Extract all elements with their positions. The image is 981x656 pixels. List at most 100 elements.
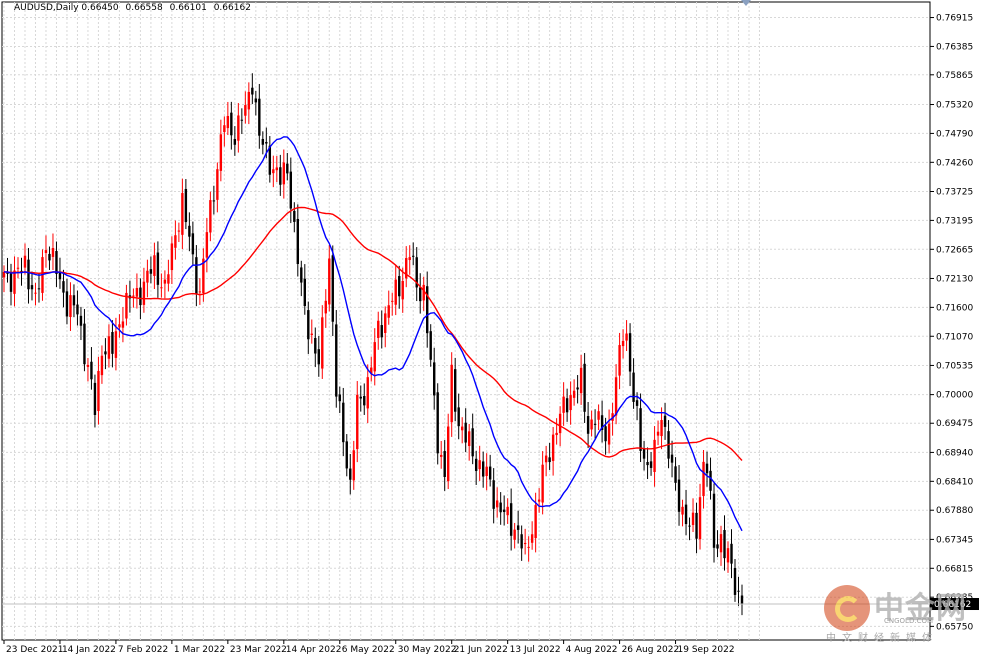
candle-body [65, 291, 69, 317]
candle-body [450, 364, 453, 423]
candle-body [44, 250, 48, 253]
x-tick-label: 30 May 2022 [398, 645, 457, 655]
candle-body [384, 313, 387, 333]
y-tick-label: 0.65750 [936, 622, 973, 632]
candle-body [349, 468, 352, 480]
candle-body [27, 259, 30, 290]
candle-body [363, 396, 366, 406]
x-tick-label: 14 Apr 2022 [286, 645, 342, 655]
candle-body [191, 233, 195, 255]
candle-body [548, 457, 551, 463]
x-tick-label: 7 Feb 2022 [118, 645, 168, 655]
y-tick-label: 0.68940 [936, 448, 973, 458]
candle-body [726, 548, 730, 563]
y-tick-label: 0.70000 [936, 391, 973, 401]
candle-body [660, 420, 663, 437]
candle-body [251, 87, 254, 95]
candle-body [34, 292, 37, 294]
candle-body [195, 257, 198, 294]
candle-body [684, 504, 688, 525]
candle-body [55, 251, 58, 274]
candle-body [373, 342, 376, 372]
candle-body [223, 125, 226, 133]
candle-body [398, 276, 401, 297]
candle-body [604, 426, 607, 442]
candle-body [586, 416, 590, 434]
candle-body [492, 480, 495, 509]
candle-body [555, 432, 558, 436]
candle-body [142, 281, 146, 305]
candle-body [670, 454, 674, 463]
candle-body [632, 372, 635, 402]
candle-body [69, 295, 72, 318]
candle-body [219, 134, 223, 171]
candle-body [723, 530, 726, 559]
candle-body [621, 340, 625, 347]
candle-body [709, 470, 712, 491]
candle-body [76, 304, 79, 315]
candle-body [544, 455, 548, 463]
candle-body [328, 258, 331, 305]
candle-body [265, 141, 268, 144]
y-tick-label: 0.74260 [936, 158, 973, 168]
current-price-label: 0.66162 [934, 600, 971, 610]
plot-frame [1, 1, 931, 641]
candle-body [230, 112, 233, 136]
candle-body [569, 395, 572, 411]
y-tick-label: 0.70535 [936, 361, 973, 371]
candle-body [628, 333, 632, 372]
candle-body [391, 300, 394, 302]
candle-body [656, 431, 660, 436]
candle-body [509, 503, 513, 536]
candle-body [412, 255, 415, 257]
candle-body [674, 466, 677, 483]
candle-body [702, 461, 705, 497]
candle-body [737, 590, 740, 592]
candle-body [523, 542, 527, 545]
scroll-marker-icon[interactable] [741, 0, 751, 6]
candle-body [198, 291, 202, 293]
candle-body [303, 278, 306, 307]
y-tick-label: 0.66815 [936, 564, 973, 574]
candle-body [488, 466, 492, 480]
candle-body [433, 362, 436, 396]
candle-body [380, 325, 383, 338]
candle-body [551, 434, 555, 461]
candle-body [698, 497, 702, 540]
candle-body [446, 426, 450, 482]
candle-body [740, 595, 744, 605]
candle-body [216, 169, 219, 200]
candle-body [401, 280, 404, 300]
candle-body [464, 422, 467, 443]
y-tick-label: 0.74790 [936, 129, 973, 139]
candle-body [408, 257, 411, 261]
candle-body [16, 267, 20, 269]
candle-body [440, 454, 443, 457]
candle-body [324, 300, 327, 314]
candle-body [530, 534, 534, 543]
chart-area[interactable]: 0.76915 0.76385 0.75865 0.75320 0.74790 0.742… [0, 0, 981, 656]
x-tick-label: 23 Mar 2022 [230, 645, 287, 655]
candle-body [691, 512, 695, 525]
candle-body [237, 115, 240, 141]
candle-body [642, 448, 646, 459]
candle-body [460, 426, 464, 431]
candle-body [646, 462, 649, 466]
candle-body [607, 423, 611, 445]
candle-body [625, 333, 628, 341]
candle-body [597, 411, 600, 420]
candle-body [502, 509, 506, 513]
y-tick-label: 0.72665 [936, 245, 973, 255]
y-tick-label: 0.71070 [936, 332, 973, 342]
candle-body [467, 431, 471, 447]
candle-body [90, 361, 93, 380]
y-tick-label: 0.72130 [936, 274, 973, 284]
candle-body [453, 369, 457, 412]
candle-body [286, 163, 289, 174]
candle-body [338, 394, 341, 402]
candle-body [296, 218, 300, 265]
candle-body [663, 415, 667, 427]
y-tick-label: 0.73195 [936, 216, 973, 226]
y-tick-label: 0.75865 [936, 71, 973, 81]
price-chart[interactable]: 0.76915 0.76385 0.75865 0.75320 0.74790 0.742… [0, 0, 981, 656]
